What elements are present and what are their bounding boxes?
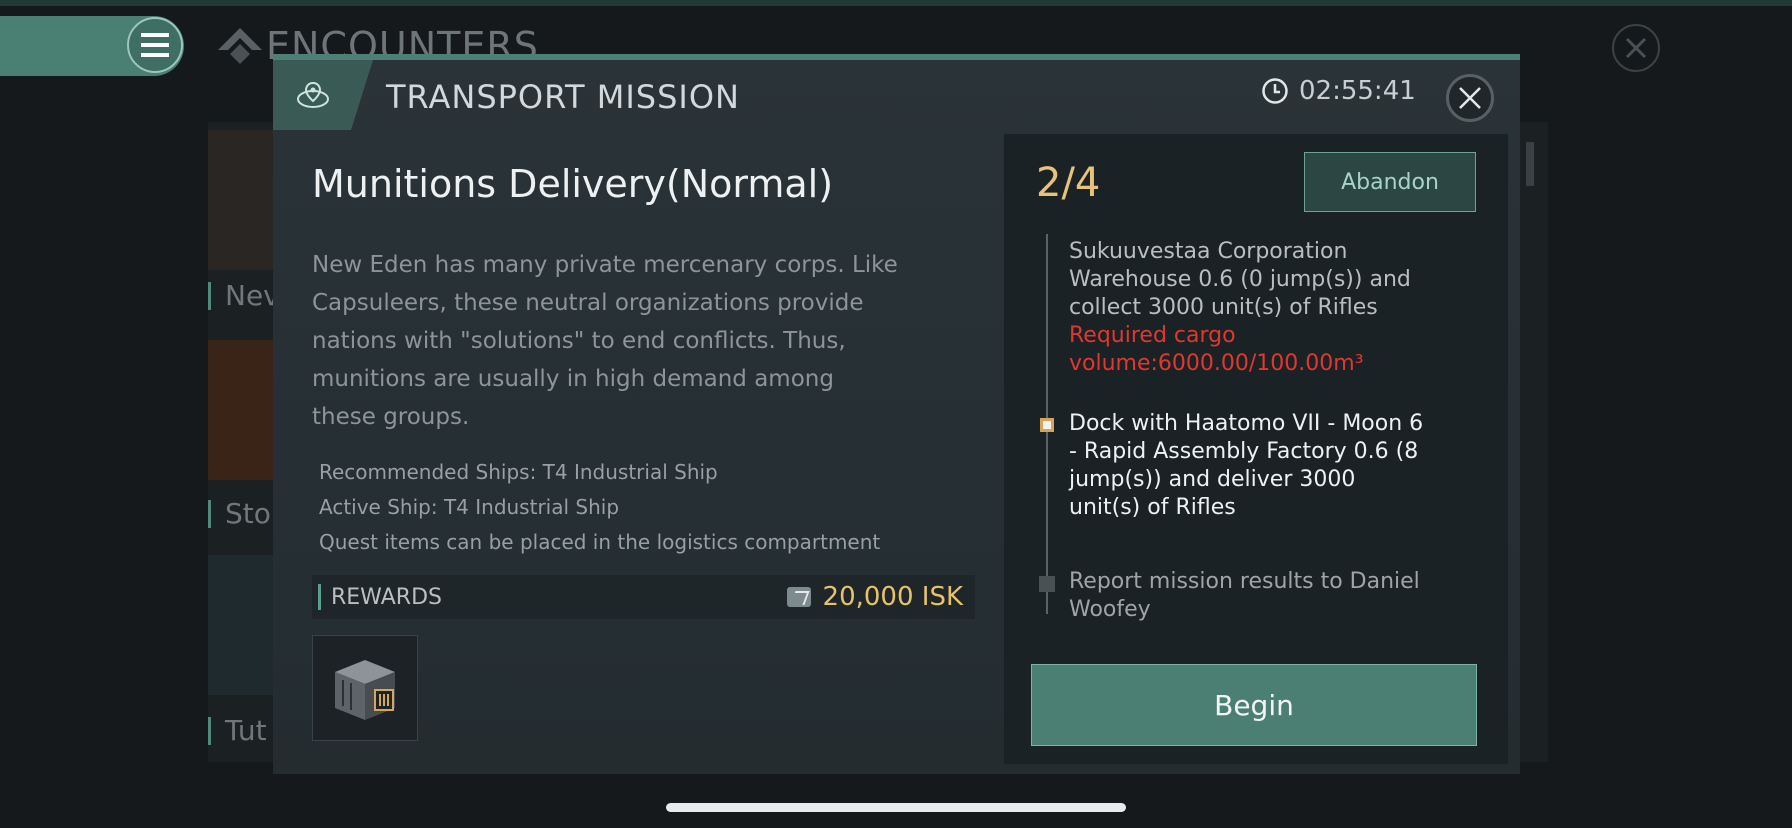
begin-button[interactable]: Begin bbox=[1031, 664, 1477, 746]
mission-steps-panel: 2/4 Abandon Sukuuvestaa Corporation Ware… bbox=[1004, 134, 1508, 764]
top-edge-line bbox=[0, 0, 1792, 6]
background-list-label: Nev bbox=[208, 282, 280, 310]
clock-icon bbox=[1262, 78, 1288, 104]
mission-name: Munitions Delivery(Normal) bbox=[312, 162, 834, 206]
step-item-3: Report mission results to Daniel Woofey bbox=[1069, 568, 1429, 624]
abandon-button[interactable]: Abandon bbox=[1304, 152, 1476, 212]
quest-items-note: Quest items can be placed in the logisti… bbox=[319, 530, 881, 554]
steps-list[interactable]: Sukuuvestaa Corporation Warehouse 0.6 (0… bbox=[1004, 234, 1508, 664]
active-ship-text: Active Ship: T4 Industrial Ship bbox=[319, 495, 620, 519]
background-list-label: Sto bbox=[208, 500, 271, 528]
background-list-label: Tut bbox=[208, 717, 267, 745]
reward-item-slot[interactable] bbox=[312, 635, 418, 741]
rewards-heading: REWARDS bbox=[318, 584, 442, 610]
mission-timer: 02:55:41 bbox=[1261, 76, 1416, 106]
recommended-ships-text: Recommended Ships: T4 Industrial Ship bbox=[319, 460, 718, 484]
menu-icon bbox=[141, 30, 169, 60]
step-progress: 2/4 bbox=[1036, 160, 1101, 206]
dialog-title: TRANSPORT MISSION bbox=[386, 78, 740, 116]
step-1-text: Sukuuvestaa Corporation Warehouse 0.6 (0… bbox=[1069, 239, 1411, 320]
background-close-button[interactable] bbox=[1612, 24, 1660, 72]
step-item-2: Dock with Haatomo VII - Moon 6 - Rapid A… bbox=[1069, 410, 1429, 522]
rewards-label: REWARDS bbox=[331, 584, 442, 610]
background-scrollbar[interactable] bbox=[1526, 142, 1534, 186]
rewards-accent-bar bbox=[318, 584, 321, 610]
home-indicator[interactable] bbox=[666, 803, 1126, 812]
step-3-text: Report mission results to Daniel Woofey bbox=[1069, 569, 1420, 622]
encounters-logo-icon bbox=[218, 28, 262, 64]
cargo-crate-icon bbox=[335, 660, 395, 720]
isk-reward: 20,000 ISK bbox=[786, 582, 963, 612]
isk-icon bbox=[786, 587, 811, 607]
mission-type-icon bbox=[297, 81, 329, 108]
transport-mission-dialog: TRANSPORT MISSION 02:55:41 Munitions Del… bbox=[273, 54, 1520, 774]
close-icon bbox=[1459, 87, 1481, 109]
rewards-bar: REWARDS 20,000 ISK bbox=[312, 575, 975, 619]
timer-value: 02:55:41 bbox=[1299, 76, 1416, 106]
dialog-close-button[interactable] bbox=[1446, 74, 1494, 122]
isk-amount: 20,000 ISK bbox=[822, 582, 963, 612]
cargo-volume-warning: Required cargo volume:6000.00/100.00m³ bbox=[1069, 323, 1364, 376]
step-3-marker bbox=[1039, 576, 1055, 592]
close-icon bbox=[1625, 37, 1647, 59]
step-2-text: Dock with Haatomo VII - Moon 6 - Rapid A… bbox=[1069, 411, 1424, 520]
mission-type-badge bbox=[273, 60, 373, 130]
mission-description: New Eden has many private mercenary corp… bbox=[312, 252, 898, 430]
step-item-1: Sukuuvestaa Corporation Warehouse 0.6 (0… bbox=[1069, 238, 1429, 378]
step-2-marker bbox=[1040, 418, 1054, 432]
menu-button[interactable] bbox=[127, 17, 183, 73]
